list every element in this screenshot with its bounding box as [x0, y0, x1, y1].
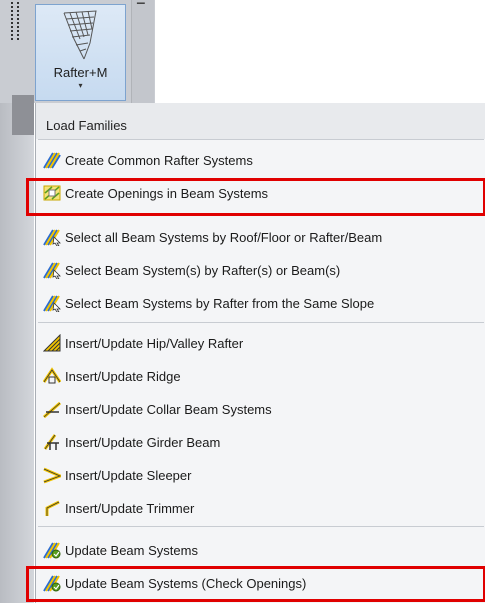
- menu-item-label: Insert/Update Hip/Valley Rafter: [65, 335, 244, 351]
- collar-beam-icon: [42, 400, 62, 418]
- beam-select-icon: [42, 294, 62, 312]
- ribbon-divider: [12, 95, 34, 135]
- rafter-m-ribbon-button[interactable]: Rafter+M ▾: [35, 4, 126, 101]
- beam-opening-icon: [42, 184, 62, 202]
- menu-item-load-families[interactable]: Load Families: [36, 103, 485, 139]
- update-beam-icon: [42, 541, 62, 559]
- menu-separator: [38, 213, 484, 214]
- menu-item-label: Select Beam Systems by Rafter from the S…: [65, 295, 375, 311]
- menu-item-label: Select all Beam Systems by Roof/Floor or…: [65, 229, 383, 245]
- chevron-down-icon[interactable]: ▾: [36, 81, 125, 90]
- menu-item-create-common-rafter-systems[interactable]: Create Common Rafter Systems: [36, 144, 485, 176]
- rafter-mesh-icon: [60, 9, 102, 66]
- dropdown-menu: Load Families Create Common Rafter Syste…: [35, 103, 485, 603]
- menu-item-select-all-beam-systems[interactable]: Select all Beam Systems by Roof/Floor or…: [36, 221, 485, 253]
- menu-item-label: Insert/Update Collar Beam Systems: [65, 401, 272, 417]
- menu-item-label: Insert/Update Sleeper: [65, 467, 192, 483]
- ribbon-side-panel: ▔: [131, 0, 154, 103]
- beam-system-icon: [42, 151, 62, 169]
- menu-item-label: Update Beam Systems: [65, 542, 198, 558]
- girder-beam-icon: [42, 433, 62, 451]
- menu-item-label: Update Beam Systems (Check Openings): [65, 575, 307, 591]
- update-beam-icon: [42, 574, 62, 592]
- sleeper-icon: [42, 466, 62, 484]
- beam-select-icon: [42, 261, 62, 279]
- menu-header-label: Load Families: [46, 118, 127, 133]
- menu-item-insert-update-collar-beam[interactable]: Insert/Update Collar Beam Systems: [36, 393, 485, 425]
- rafter-m-button-label: Rafter+M: [53, 65, 108, 80]
- ridge-icon: [42, 367, 62, 385]
- beam-select-icon: [42, 228, 62, 246]
- menu-separator: [38, 526, 484, 527]
- menu-item-update-beam-systems-check-openings[interactable]: Update Beam Systems (Check Openings): [36, 567, 485, 599]
- menu-separator: [38, 139, 484, 140]
- menu-item-insert-update-sleeper[interactable]: Insert/Update Sleeper: [36, 459, 485, 491]
- menu-item-select-beam-systems-same-slope[interactable]: Select Beam Systems by Rafter from the S…: [36, 287, 485, 319]
- menu-item-label: Create Openings in Beam Systems: [65, 185, 269, 201]
- panel-grip-handle[interactable]: [10, 2, 20, 42]
- menu-item-label: Insert/Update Ridge: [65, 368, 181, 384]
- menu-item-insert-update-ridge[interactable]: Insert/Update Ridge: [36, 360, 485, 392]
- menu-item-label: Insert/Update Girder Beam: [65, 434, 221, 450]
- menu-item-create-openings-in-beam-systems[interactable]: Create Openings in Beam Systems: [36, 177, 485, 209]
- menu-item-insert-update-hip-valley-rafter[interactable]: Insert/Update Hip/Valley Rafter: [36, 327, 485, 359]
- menu-item-label: Create Common Rafter Systems: [65, 152, 253, 168]
- menu-item-update-beam-systems[interactable]: Update Beam Systems: [36, 534, 485, 566]
- panel-expand-icon[interactable]: ▔: [137, 5, 145, 15]
- menu-item-insert-update-girder-beam[interactable]: Insert/Update Girder Beam: [36, 426, 485, 458]
- trimmer-icon: [42, 499, 62, 517]
- menu-item-label: Insert/Update Trimmer: [65, 500, 195, 516]
- menu-separator: [38, 322, 484, 323]
- menu-item-label: Select Beam System(s) by Rafter(s) or Be…: [65, 262, 341, 278]
- menu-item-select-beam-system-by-rafter[interactable]: Select Beam System(s) by Rafter(s) or Be…: [36, 254, 485, 286]
- hip-valley-icon: [42, 334, 62, 352]
- menu-item-insert-update-trimmer[interactable]: Insert/Update Trimmer: [36, 492, 485, 524]
